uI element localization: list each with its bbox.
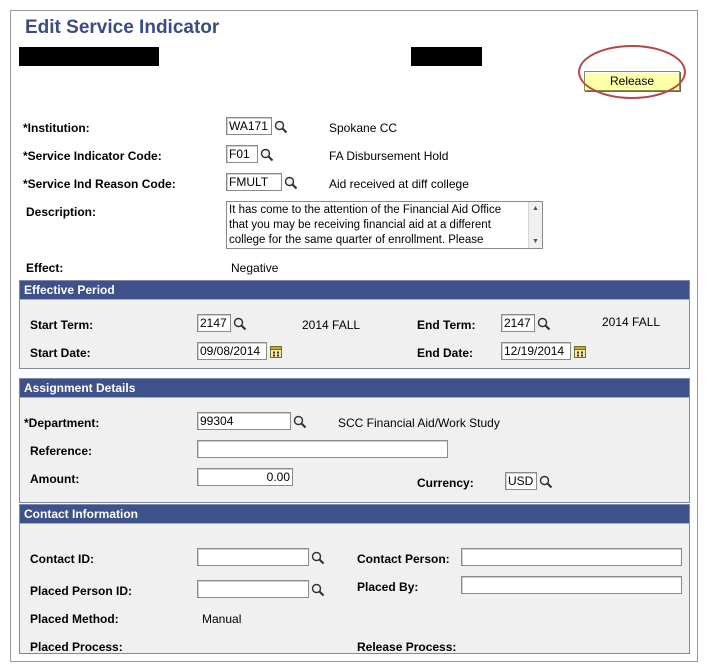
end-date-input[interactable]	[501, 342, 571, 360]
end-date-label: End Date:	[417, 346, 474, 360]
placed-method-label: Placed Method:	[30, 612, 119, 626]
description-line: that you may be receiving financial aid …	[229, 219, 491, 231]
scroll-up-icon[interactable]: ▲	[529, 202, 542, 215]
start-term-description: 2014 FALL	[302, 318, 361, 332]
start-term-lookup-icon[interactable]	[233, 317, 247, 331]
placed-person-id-input[interactable]	[197, 580, 309, 598]
end-term-description: 2014 FALL	[602, 315, 661, 329]
end-term-label: End Term:	[417, 318, 476, 332]
contact-id-input[interactable]	[197, 548, 309, 566]
description-line: It has come to the attention of the Fina…	[229, 204, 502, 216]
assignment-details-group: Assignment Details *Department: SCC Fina…	[19, 378, 690, 503]
placed-process-label: Placed Process:	[30, 640, 123, 654]
contact-id-lookup-icon[interactable]	[311, 551, 325, 565]
redacted-id	[411, 47, 482, 66]
placed-by-input[interactable]	[461, 576, 682, 594]
contact-person-input[interactable]	[461, 548, 682, 566]
end-term-lookup-icon[interactable]	[537, 317, 551, 331]
reason-code-input[interactable]	[226, 173, 282, 191]
department-input[interactable]	[197, 412, 291, 430]
reference-input[interactable]	[197, 440, 448, 458]
currency-lookup-icon[interactable]	[539, 475, 553, 489]
institution-description: Spokane CC	[329, 121, 398, 135]
contact-id-label: Contact ID:	[30, 552, 94, 566]
department-lookup-icon[interactable]	[293, 415, 307, 429]
scroll-down-icon[interactable]: ▼	[529, 235, 542, 248]
effect-value: Negative	[231, 261, 279, 275]
service-indicator-code-label: *Service Indicator Code:	[23, 149, 162, 163]
description-label: Description:	[26, 205, 97, 219]
start-date-calendar-icon[interactable]	[270, 345, 282, 358]
page-title: Edit Service Indicator	[25, 17, 220, 38]
end-term-input[interactable]	[501, 314, 535, 332]
service-indicator-code-input[interactable]	[226, 145, 258, 163]
contact-information-group: Contact Information Contact ID: Contact …	[19, 504, 690, 654]
start-date-input[interactable]	[197, 342, 267, 360]
placed-method-value: Manual	[202, 612, 242, 626]
institution-label: *Institution:	[23, 121, 90, 135]
placed-person-id-label: Placed Person ID:	[30, 584, 133, 598]
reason-code-lookup-icon[interactable]	[284, 176, 298, 190]
department-description: SCC Financial Aid/Work Study	[338, 416, 500, 430]
amount-label: Amount:	[30, 472, 80, 486]
end-date-calendar-icon[interactable]	[574, 345, 586, 358]
release-process-label: Release Process:	[357, 640, 457, 654]
page-frame: Edit Service Indicator Release *Institut…	[10, 10, 698, 662]
effective-period-group: Effective Period Start Term: 2014 FALL E…	[19, 280, 690, 369]
reason-code-description: Aid received at diff college	[329, 177, 469, 191]
currency-label: Currency:	[417, 476, 474, 490]
assignment-details-header: Assignment Details	[20, 379, 689, 398]
service-indicator-lookup-icon[interactable]	[260, 148, 274, 162]
service-indicator-description: FA Disbursement Hold	[329, 149, 449, 163]
description-line: college for the same quarter of enrollme…	[229, 234, 484, 246]
effect-label: Effect:	[26, 261, 64, 275]
contact-person-label: Contact Person:	[357, 552, 450, 566]
start-date-label: Start Date:	[30, 346, 91, 360]
institution-input[interactable]	[226, 117, 272, 135]
effective-period-header: Effective Period	[20, 281, 689, 300]
amount-input[interactable]	[197, 468, 293, 486]
institution-lookup-icon[interactable]	[274, 120, 288, 134]
description-textarea[interactable]: It has come to the attention of the Fina…	[226, 201, 543, 249]
start-term-label: Start Term:	[30, 318, 94, 332]
placed-person-lookup-icon[interactable]	[311, 583, 325, 597]
description-scrollbar[interactable]: ▲ ▼	[528, 202, 542, 248]
start-term-input[interactable]	[197, 314, 231, 332]
release-button[interactable]: Release	[584, 71, 680, 91]
redacted-name	[19, 47, 159, 66]
reason-code-label: *Service Ind Reason Code:	[23, 177, 176, 191]
contact-information-header: Contact Information	[20, 505, 689, 524]
department-label: *Department:	[24, 416, 100, 430]
currency-input[interactable]	[505, 472, 537, 490]
reference-label: Reference:	[30, 444, 93, 458]
placed-by-label: Placed By:	[357, 580, 419, 594]
